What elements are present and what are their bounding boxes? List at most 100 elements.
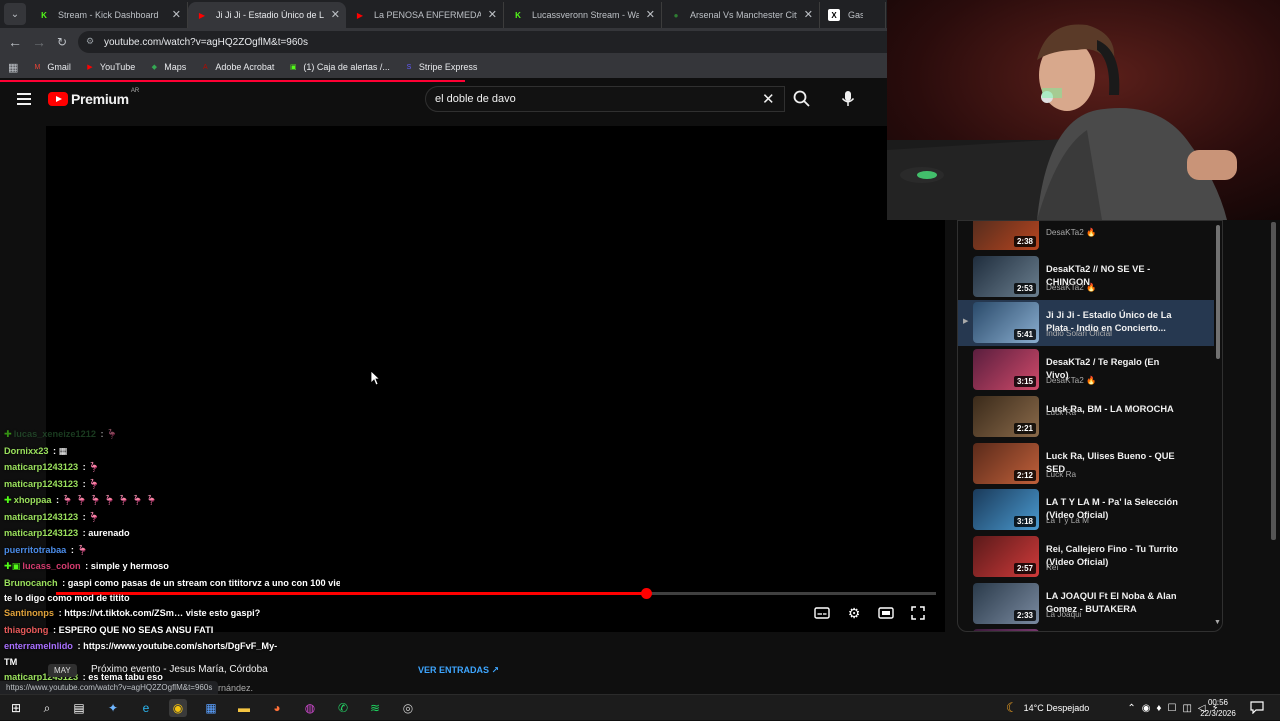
reload-icon[interactable]: ↻: [53, 33, 71, 51]
browser-tab-5[interactable]: X Gastón Edul: [820, 2, 886, 28]
firefox-icon[interactable]: ◕: [268, 699, 286, 717]
copilot-icon[interactable]: ✦: [104, 699, 122, 717]
edge-icon[interactable]: e: [137, 699, 155, 717]
chat-username[interactable]: thiagobng: [4, 625, 48, 635]
chat-username[interactable]: maticarp1243123: [4, 512, 78, 522]
chat-username[interactable]: maticarp1243123: [4, 462, 78, 472]
chat-username[interactable]: puerritotrabaa: [4, 545, 66, 555]
seek-bar-scrubber[interactable]: [640, 588, 652, 599]
settings-gear-icon[interactable]: ⚙: [845, 604, 863, 622]
spotify-icon[interactable]: ≋: [366, 699, 384, 717]
playlist-item[interactable]: 2:21 Luck Ra, BM - LA MOROCHA Luck Ra: [958, 394, 1214, 440]
voice-search-button[interactable]: [838, 89, 858, 109]
chat-username[interactable]: Brunocanch: [4, 578, 58, 588]
browser-tab-3[interactable]: K Lucassveronn Stream - Watch Li ✕: [504, 2, 662, 28]
browser-tab-2[interactable]: ▶ La PENOSA ENFERMEDAD de la ✕: [346, 2, 504, 28]
chat-username[interactable]: lucass_colon: [22, 561, 80, 571]
channel-name[interactable]: Luck Ra: [1046, 408, 1076, 417]
whatsapp-icon[interactable]: ✆: [334, 699, 352, 717]
channel-name[interactable]: Luck Ra: [1046, 470, 1076, 479]
browser-tab-1[interactable]: ▶ Ji Ji Ji - Estadio Único de La Plata ✕: [188, 2, 346, 28]
forward-arrow-icon[interactable]: →: [30, 33, 48, 51]
video-thumbnail[interactable]: 2:33: [973, 582, 1039, 624]
chat-username[interactable]: Dornixx23: [4, 446, 48, 456]
chat-app-icon[interactable]: ◍: [301, 699, 319, 717]
playlist-item[interactable]: 2:33 LA JOAQUI Ft El Noba & Alan Gomez - …: [958, 581, 1214, 627]
task-view-icon[interactable]: ▤: [70, 699, 88, 717]
clear-search-icon[interactable]: ✕: [762, 90, 775, 108]
store-icon[interactable]: ▦: [202, 699, 220, 717]
buy-tickets-link[interactable]: VER ENTRADAS ↗: [418, 665, 499, 676]
playlist-item[interactable]: 2:57 Rei, Callejero Fino - Tu Turrito (Vi…: [958, 534, 1214, 580]
playlist-item[interactable]: 2:12 Luck Ra, Ulises Bueno - QUE SED Luck …: [958, 441, 1214, 487]
notifications-icon[interactable]: [1250, 701, 1264, 714]
chat-username[interactable]: Santinonps: [4, 608, 54, 618]
chat-username[interactable]: xhoppaa: [14, 495, 52, 505]
playlist-item[interactable]: 2:38 DesaKTa2 🔥: [958, 221, 1214, 253]
bookmark-2[interactable]: ◆ Maps: [149, 62, 187, 72]
channel-name[interactable]: Indio Solari Oficial: [1046, 329, 1112, 338]
close-tab-icon[interactable]: ✕: [804, 8, 813, 21]
channel-name[interactable]: DesaKTa2 🔥: [1046, 228, 1096, 238]
close-tab-icon[interactable]: ✕: [331, 8, 340, 21]
hamburger-menu-icon[interactable]: [17, 93, 31, 105]
site-info-icon[interactable]: ⚙: [86, 36, 98, 48]
channel-name[interactable]: La Joaqui: [1046, 610, 1082, 619]
address-bar[interactable]: ⚙ youtube.com/watch?v=agHQ2ZOgflM&t=960s: [78, 31, 887, 53]
video-thumbnail[interactable]: 2:53: [973, 255, 1039, 297]
subtitles-icon[interactable]: [813, 604, 831, 622]
playlist-item[interactable]: 3:15 DesaKTa2 / Te Regalo (En Vivo) DesaKT…: [958, 347, 1214, 393]
close-tab-icon[interactable]: ✕: [488, 8, 497, 21]
video-thumbnail[interactable]: 3:18: [973, 489, 1039, 531]
windows-icon[interactable]: ⊞: [7, 699, 25, 717]
youtube-premium-logo[interactable]: Premium AR: [48, 88, 139, 107]
browser-tab-0[interactable]: K Stream - Kick Dashboard ✕: [30, 2, 188, 28]
video-thumbnail[interactable]: 2:21: [973, 395, 1039, 437]
playlist-item[interactable]: 3:18 LA T Y LA M - Pa' la Selección (Vide…: [958, 487, 1214, 533]
fullscreen-icon[interactable]: [909, 604, 927, 622]
channel-name[interactable]: DesaKTa2 🔥: [1046, 376, 1096, 386]
bookmark-1[interactable]: ▶ YouTube: [85, 62, 135, 72]
close-tab-icon[interactable]: ✕: [646, 8, 655, 21]
page-scrollbar[interactable]: [1271, 222, 1276, 540]
browser-tab-4[interactable]: ● Arsenal Vs Manchester City - Re ✕: [662, 2, 820, 28]
search-input[interactable]: el doble de davo: [425, 86, 785, 112]
search-icon[interactable]: ⌕: [38, 699, 56, 717]
bookmark-5[interactable]: S Stripe Express: [404, 62, 478, 72]
chat-username[interactable]: enterramelnlido: [4, 641, 73, 651]
playlist-scrollbar[interactable]: [1216, 225, 1220, 359]
bookmark-3[interactable]: A Adobe Acrobat: [200, 62, 274, 72]
chat-username[interactable]: lucas_xeneize1212: [14, 429, 96, 439]
obs-icon[interactable]: ◎: [399, 699, 417, 717]
video-thumbnail[interactable]: 3:15: [973, 349, 1039, 391]
chat-message: puerritotrabaa : 🦩: [0, 542, 340, 559]
scroll-down-arrow-icon[interactable]: ▼: [1214, 619, 1221, 626]
moon-weather-icon[interactable]: ☾: [1006, 700, 1018, 716]
channel-name[interactable]: La T y La M: [1046, 516, 1089, 525]
channel-name[interactable]: DesaKTa2 🔥: [1046, 283, 1096, 293]
video-thumbnail[interactable]: 2:57: [973, 535, 1039, 577]
chat-message: maticarp1243123 : 🦩: [0, 459, 340, 476]
apps-grid-icon[interactable]: ▦: [8, 61, 18, 74]
close-tab-icon[interactable]: ✕: [172, 8, 181, 21]
playlist-item[interactable]: CALLEJERO FINO | DJ TAO: [958, 627, 1214, 631]
playlist-item[interactable]: 2:53 DesaKTa2 // NO SE VE - CHINGON DesaKT…: [958, 254, 1214, 300]
weather-text[interactable]: 14°C Despejado: [1024, 703, 1090, 713]
playlist-item-current[interactable]: ▶ 5:41 Ji Ji Ji - Estadio Único de La Plat…: [958, 300, 1214, 347]
video-thumbnail[interactable]: 2:38: [973, 221, 1039, 250]
channel-name[interactable]: Rei: [1046, 563, 1058, 572]
search-button[interactable]: [792, 89, 812, 109]
chat-username[interactable]: maticarp1243123: [4, 479, 78, 489]
theater-mode-icon[interactable]: [877, 604, 895, 622]
back-arrow-icon[interactable]: ←: [6, 33, 24, 51]
video-thumbnail[interactable]: [973, 629, 1039, 631]
video-thumbnail[interactable]: 2:12: [973, 442, 1039, 484]
taskbar-clock[interactable]: 00:56 22/3/2026: [1195, 697, 1241, 719]
chrome-icon[interactable]: ◉: [169, 699, 187, 717]
bookmark-0[interactable]: M Gmail: [32, 62, 70, 72]
explorer-icon[interactable]: ▬: [235, 699, 253, 717]
bookmark-4[interactable]: ▣ (1) Caja de alertas /...: [288, 62, 390, 72]
video-thumbnail[interactable]: 5:41: [973, 302, 1039, 344]
chat-username[interactable]: maticarp1243123: [4, 528, 78, 538]
tab-search-chevron-icon[interactable]: ⌄: [4, 3, 26, 25]
